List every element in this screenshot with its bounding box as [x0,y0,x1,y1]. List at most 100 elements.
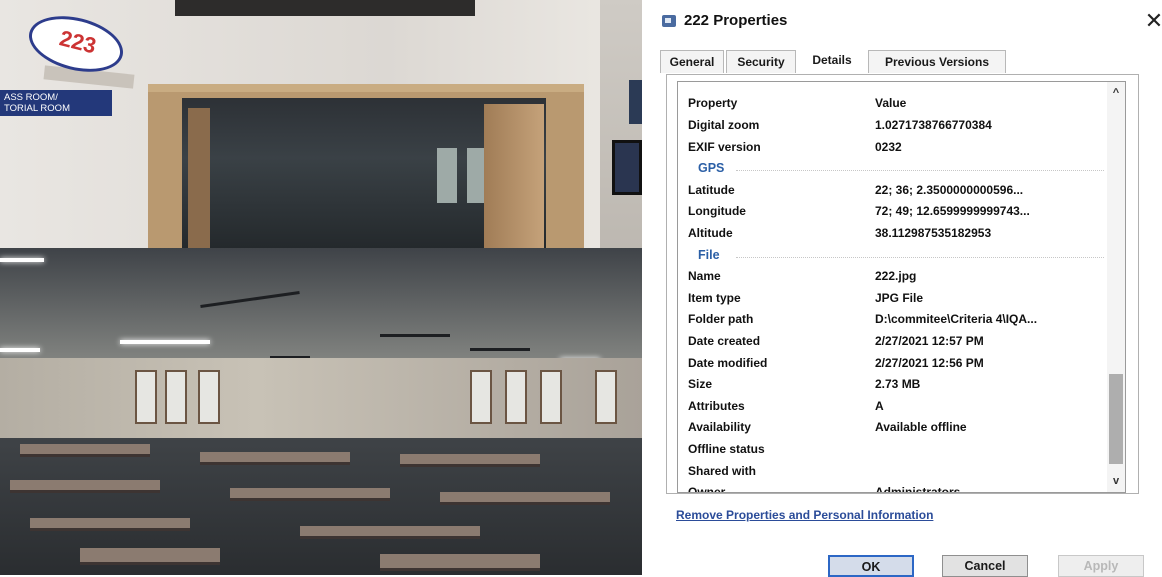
window [470,370,492,424]
window [505,370,527,424]
desk [10,480,160,493]
scroll-up-icon[interactable]: ^ [1107,84,1125,102]
group-divider [736,256,1104,258]
property-row[interactable]: Item type JPG File [678,289,1108,309]
column-header-value[interactable]: Value [875,96,906,110]
tab-general[interactable]: General [660,50,724,73]
property-name: Shared with [688,463,757,478]
property-value: D:\commitee\Criteria 4\IQA... [875,312,1038,327]
property-value: 2/27/2021 12:56 PM [875,355,984,370]
wall-frame [629,80,642,124]
property-row[interactable]: Size 2.73 MB [678,375,1108,395]
property-value: 72; 49; 12.6599999999743... [875,204,1030,219]
right-wall [600,0,642,248]
property-row[interactable]: Altitude 38.112987535182953 [678,224,1108,244]
ok-button[interactable]: OK [828,555,914,577]
scroll-down-icon[interactable]: v [1107,472,1125,490]
desk [20,444,150,457]
property-row[interactable]: Attributes A [678,397,1108,417]
property-name: Item type [688,290,741,305]
property-row[interactable]: Owner Administrators [678,483,1108,493]
property-row[interactable]: Shared with [678,462,1108,482]
desk [300,526,480,539]
property-name: Name [688,269,721,284]
property-value: 222.jpg [875,269,917,284]
tube-light [0,348,40,352]
ceiling [0,248,642,358]
property-value: 38.112987535182953 [875,226,992,240]
window [540,370,562,424]
desk [30,518,190,531]
properties-dialog: 222 Properties ✕ General Security Detail… [642,0,1162,577]
room-name-line: TORIAL ROOM [4,103,70,114]
property-row[interactable]: Date modified 2/27/2021 12:56 PM [678,354,1108,374]
tab-previous-versions[interactable]: Previous Versions [868,50,1006,73]
property-name: Attributes [688,398,745,413]
property-value: 0232 [875,139,902,154]
property-row[interactable]: Availability Available offline [678,418,1108,438]
property-name: Digital zoom [688,118,760,132]
window [595,370,617,424]
image-file-icon [662,15,676,27]
desk [400,454,540,467]
apply-button[interactable]: Apply [1058,555,1144,577]
room-number: 223 [57,25,99,59]
window [135,370,157,424]
room-number-sign: 223 [23,7,129,81]
property-name: Latitude [688,182,735,197]
vertical-scrollbar[interactable]: ^ v [1107,82,1125,492]
property-row[interactable]: Digital zoom 1.0271738766770384 [678,116,1108,136]
property-name: Owner [688,485,726,493]
window [437,148,457,203]
details-panel: Property Value ^ v Digital zoom 1.0271738… [666,74,1139,494]
door-leaf [484,104,544,248]
property-row[interactable]: Name 222.jpg [678,267,1108,287]
property-row[interactable]: EXIF version 0232 [678,138,1108,158]
group-header: File [678,246,1108,266]
property-value: Administrators [875,485,961,493]
classroom-door-photo: 223 ASS ROOM/ TORIAL ROOM [0,0,642,248]
window [198,370,220,424]
tab-security[interactable]: Security [726,50,796,73]
property-row[interactable]: Folder path D:\commitee\Criteria 4\IQA... [678,310,1108,330]
property-row[interactable]: Latitude 22; 36; 2.3500000000596... [678,181,1108,201]
property-value: 1.0271738766770384 [875,118,992,132]
ceiling-fan [380,334,450,337]
desk [200,452,350,465]
desk [80,548,220,565]
window [165,370,187,424]
property-row[interactable]: Offline status [678,440,1108,460]
close-icon[interactable]: ✕ [1143,10,1162,32]
property-name: Date created [688,334,761,348]
wall-frame [612,140,642,195]
column-header-property[interactable]: Property [688,96,737,110]
group-label: GPS [698,161,725,176]
property-name: Size [688,377,713,392]
classroom-interior-photo [0,248,642,575]
property-row[interactable]: Date created 2/27/2021 12:57 PM [678,332,1108,352]
property-row[interactable]: Longitude 72; 49; 12.6599999999743... [678,202,1108,222]
property-name: Offline status [688,442,765,456]
property-value: JPG File [875,290,924,305]
ceiling-fan [470,348,530,351]
desk [380,554,540,571]
list-header: Property Value [678,94,1108,114]
tab-details[interactable]: Details [798,48,866,73]
tube-light [120,340,210,344]
remove-properties-link[interactable]: Remove Properties and Personal Informati… [676,508,933,522]
properties-list[interactable]: Property Value ^ v Digital zoom 1.0271738… [677,81,1126,493]
scrollbar-thumb[interactable] [1109,374,1123,464]
property-name: EXIF version [688,139,761,154]
room-name-sign: ASS ROOM/ TORIAL ROOM [0,90,112,116]
property-name: Altitude [688,226,733,240]
cancel-button[interactable]: Cancel [942,555,1028,577]
group-divider [736,170,1104,172]
property-name: Longitude [688,204,746,219]
desk [440,492,610,505]
room-name-line: ASS ROOM/ [4,92,58,103]
ceiling-band [175,0,475,16]
door-leaf [188,108,210,248]
property-value: A [875,398,884,413]
dialog-title: 222 Properties [684,12,788,29]
desk [230,488,390,501]
